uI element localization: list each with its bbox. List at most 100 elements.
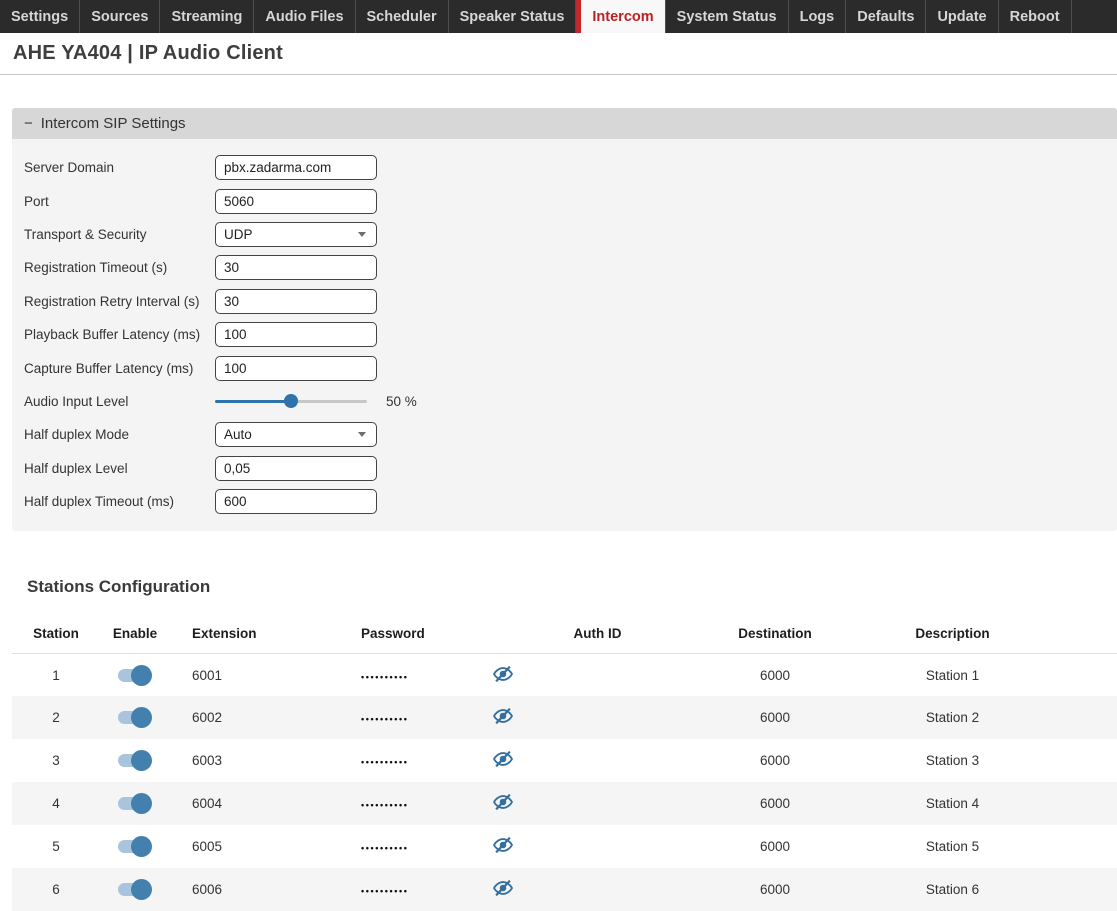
field-label: Transport & Security [24,227,215,242]
enable-toggle[interactable] [118,793,152,814]
station-row-5: 56005••••••••••6000Station 5 [12,825,1117,868]
half-duplex-mode-select[interactable]: Auto [215,422,377,447]
enable-toggle[interactable] [118,707,152,728]
select-wrap: Auto [215,422,377,447]
destination-value: 6000 [665,782,885,825]
nav-tab-speaker-status[interactable]: Speaker Status [449,0,577,33]
destination-value: 6000 [665,696,885,739]
collapse-minus-icon[interactable]: − [24,116,33,131]
form-row: Port [24,184,1117,217]
capture-buffer-latency-ms-input[interactable] [215,356,377,381]
slider-value-label: 50 % [386,394,417,409]
transport-security-select[interactable]: UDP [215,222,377,247]
visibility-off-icon[interactable] [492,705,514,727]
nav-tab-scheduler[interactable]: Scheduler [356,0,449,33]
sip-panel-header[interactable]: − Intercom SIP Settings [12,108,1117,139]
password-masked: •••••••••• [355,782,485,825]
nav-tab-audio-files[interactable]: Audio Files [254,0,355,33]
enable-cell [100,782,170,825]
station-number: 5 [12,825,100,868]
form-row: Transport & SecurityUDP [24,218,1117,251]
half-duplex-level-input[interactable] [215,456,377,481]
station-number: 1 [12,653,100,696]
nav-tab-intercom[interactable]: Intercom [576,0,665,33]
description-value: Station 5 [885,825,1020,868]
col-header-description: Description [885,614,1020,653]
extension-value: 6005 [170,825,355,868]
form-row: Server Domain [24,151,1117,184]
enable-cell [100,739,170,782]
col-header-destination: Destination [665,614,885,653]
password-visibility-cell [485,825,530,868]
nav-tab-system-status[interactable]: System Status [666,0,789,33]
row-spacer [1020,825,1117,868]
nav-tab-settings[interactable]: Settings [0,0,80,33]
registration-retry-interval-s-input[interactable] [215,289,377,314]
row-spacer [1020,868,1117,911]
password-visibility-cell [485,782,530,825]
station-number: 2 [12,696,100,739]
sip-panel-body: Server Domain Port Transport & SecurityUDP… [12,139,1117,531]
description-value: Station 1 [885,653,1020,696]
nav-tab-update[interactable]: Update [926,0,998,33]
field-label: Audio Input Level [24,394,215,409]
password-visibility-cell [485,696,530,739]
visibility-off-icon[interactable] [492,791,514,813]
form-row: Half duplex Level [24,452,1117,485]
auth-id-value [530,653,665,696]
nav-tab-logs[interactable]: Logs [789,0,847,33]
enable-cell [100,825,170,868]
page-title: AHE YA404 | IP Audio Client [13,42,283,65]
visibility-off-icon[interactable] [492,834,514,856]
destination-value: 6000 [665,653,885,696]
stations-table: StationEnableExtensionPasswordAuth IDDes… [12,614,1117,911]
row-spacer [1020,653,1117,696]
field-label: Playback Buffer Latency (ms) [24,327,215,342]
extension-value: 6001 [170,653,355,696]
enable-cell [100,868,170,911]
password-masked: •••••••••• [355,696,485,739]
enable-toggle[interactable] [118,750,152,771]
page-title-bar: AHE YA404 | IP Audio Client [0,33,1117,75]
stations-header-row: StationEnableExtensionPasswordAuth IDDes… [12,614,1117,653]
enable-cell [100,653,170,696]
row-spacer [1020,782,1117,825]
station-row-2: 26002••••••••••6000Station 2 [12,696,1117,739]
station-number: 3 [12,739,100,782]
visibility-off-icon[interactable] [492,748,514,770]
server-domain-input[interactable] [215,155,377,180]
registration-timeout-s-input[interactable] [215,255,377,280]
nav-tab-defaults[interactable]: Defaults [846,0,926,33]
select-wrap: UDP [215,222,377,247]
auth-id-value [530,739,665,782]
password-visibility-cell [485,653,530,696]
nav-tab-streaming[interactable]: Streaming [160,0,254,33]
nav-tab-reboot[interactable]: Reboot [999,0,1072,33]
password-dots: •••••••••• [361,886,409,896]
station-row-3: 36003••••••••••6000Station 3 [12,739,1117,782]
station-row-6: 66006••••••••••6000Station 6 [12,868,1117,911]
slider-thumb[interactable] [284,394,298,408]
col-header-extension: Extension [170,614,355,653]
enable-toggle[interactable] [118,836,152,857]
password-masked: •••••••••• [355,825,485,868]
visibility-off-icon[interactable] [492,663,514,685]
half-duplex-timeout-ms-input[interactable] [215,489,377,514]
playback-buffer-latency-ms-input[interactable] [215,322,377,347]
form-row: Half duplex ModeAuto [24,418,1117,451]
form-row: Playback Buffer Latency (ms) [24,318,1117,351]
visibility-off-icon[interactable] [492,877,514,899]
port-input[interactable] [215,189,377,214]
audio-input-level-slider[interactable] [215,394,367,408]
field-label: Registration Timeout (s) [24,260,215,275]
form-row: Registration Retry Interval (s) [24,285,1117,318]
toggle-thumb [131,793,152,814]
field-label: Port [24,194,215,209]
password-dots: •••••••••• [361,800,409,810]
enable-toggle[interactable] [118,879,152,900]
form-row: Capture Buffer Latency (ms) [24,351,1117,384]
col-header-station: Station [12,614,100,653]
extension-value: 6006 [170,868,355,911]
nav-tab-sources[interactable]: Sources [80,0,160,33]
enable-toggle[interactable] [118,665,152,686]
